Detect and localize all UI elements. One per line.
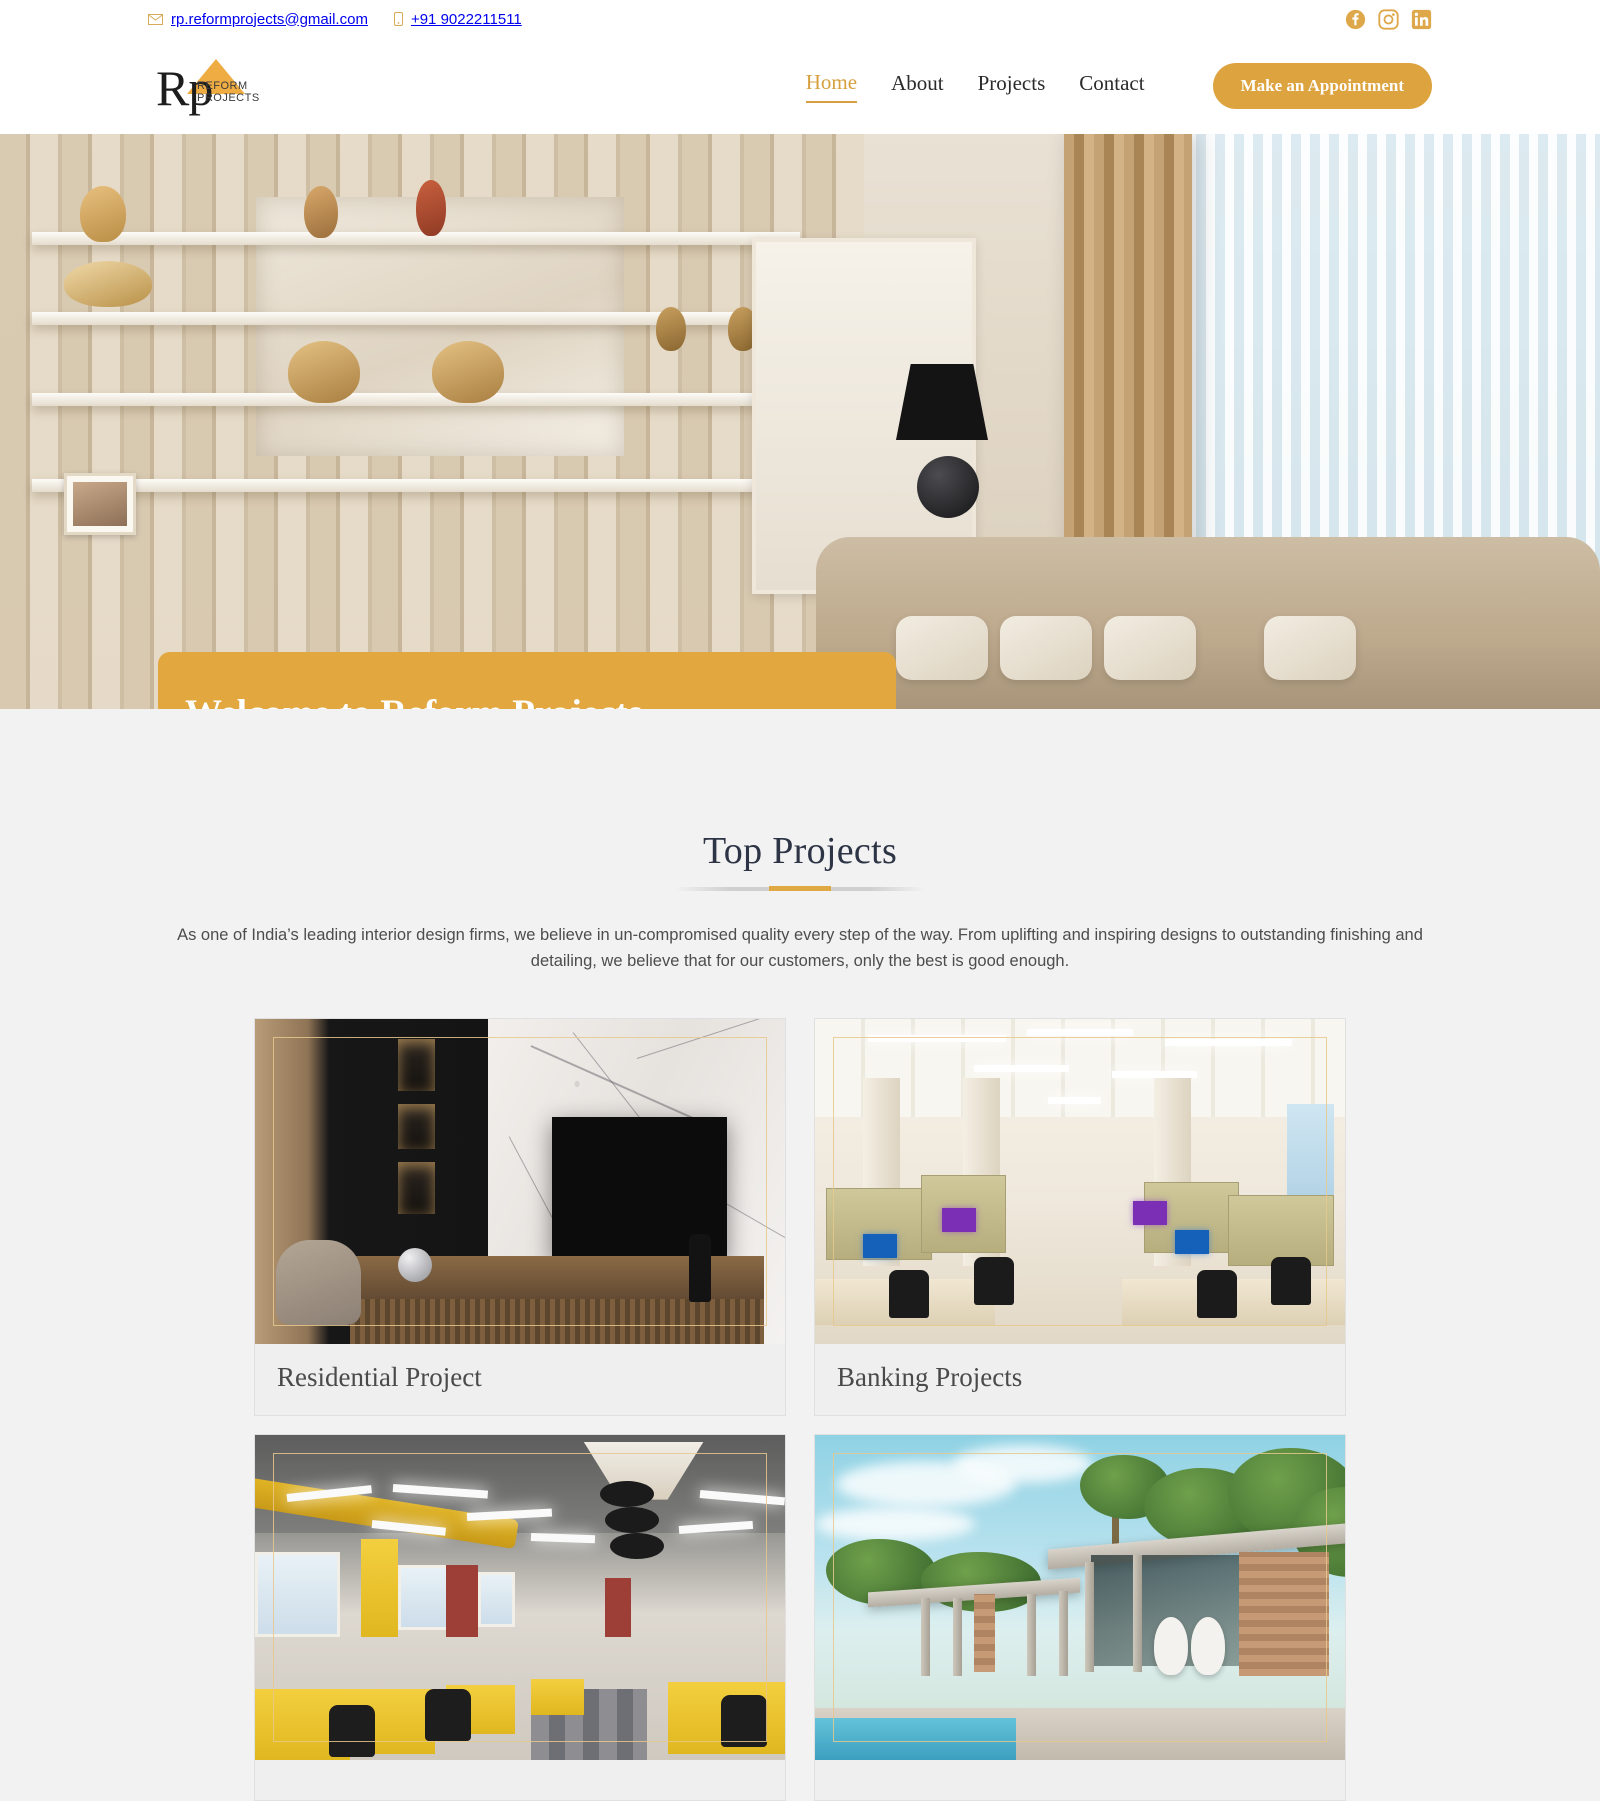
facebook-icon[interactable] <box>1345 9 1366 30</box>
top-contact-bar: rp.reformprojects@gmail.com +91 90222115… <box>0 0 1600 38</box>
main-nav: Home About Projects Contact Make an Appo… <box>805 63 1432 109</box>
project-card-residential[interactable]: Residential Project <box>254 1018 786 1417</box>
phone-icon <box>393 12 403 26</box>
project-label-banking: Banking Projects <box>815 1344 1345 1416</box>
project-image-residential <box>255 1019 785 1345</box>
phone-link[interactable]: +91 9022211511 <box>393 10 522 28</box>
nav-item-about[interactable]: About <box>891 71 944 102</box>
hero-welcome-card: Welcome to Reform Projects. ReformProjec… <box>158 652 896 709</box>
project-image-office <box>255 1435 785 1761</box>
title-divider <box>675 887 925 891</box>
nav-item-home[interactable]: Home <box>805 70 858 103</box>
hero-interior-photo <box>0 134 1600 709</box>
project-card-banking[interactable]: Banking Projects <box>814 1018 1346 1417</box>
project-image-banking <box>815 1019 1345 1345</box>
project-label-residential: Residential Project <box>255 1344 785 1416</box>
instagram-icon[interactable] <box>1378 8 1399 30</box>
project-card-resort[interactable] <box>814 1434 1346 1801</box>
email-text: rp.reformprojects@gmail.com <box>171 10 368 28</box>
logo-wordmark: REFORM PROJECTS <box>197 80 260 104</box>
section-header: Top Projects <box>0 829 1600 891</box>
project-label-resort <box>815 1760 1345 1801</box>
linkedin-icon[interactable] <box>1411 9 1432 30</box>
hero-heading: Welcome to Reform Projects. <box>185 692 852 709</box>
site-logo[interactable]: Rp REFORM PROJECTS <box>148 55 259 117</box>
logo-wordmark-line2: PROJECTS <box>197 92 260 104</box>
site-header: Rp REFORM PROJECTS Home About Projects C… <box>0 38 1600 134</box>
nav-item-contact[interactable]: Contact <box>1079 71 1144 102</box>
section-description: As one of India’s leading interior desig… <box>177 926 1423 970</box>
envelope-icon <box>148 13 163 25</box>
top-projects-section: Top Projects As one of India’s leading i… <box>0 709 1600 1801</box>
project-image-resort <box>815 1435 1345 1761</box>
project-card-office[interactable] <box>254 1434 786 1801</box>
hero-section: Welcome to Reform Projects. ReformProjec… <box>0 134 1600 709</box>
email-link[interactable]: rp.reformprojects@gmail.com <box>148 11 368 28</box>
make-appointment-button[interactable]: Make an Appointment <box>1212 63 1432 109</box>
social-links <box>1345 8 1432 30</box>
section-title: Top Projects <box>702 830 898 872</box>
nav-item-projects[interactable]: Projects <box>978 71 1046 102</box>
project-label-office <box>255 1760 785 1801</box>
contact-info-group: rp.reformprojects@gmail.com +91 90222115… <box>148 11 522 28</box>
phone-text: +91 9022211511 <box>410 10 522 28</box>
logo-wordmark-line1: REFORM <box>197 80 248 92</box>
projects-grid: Residential Project Banking Projects <box>254 1018 1346 1801</box>
